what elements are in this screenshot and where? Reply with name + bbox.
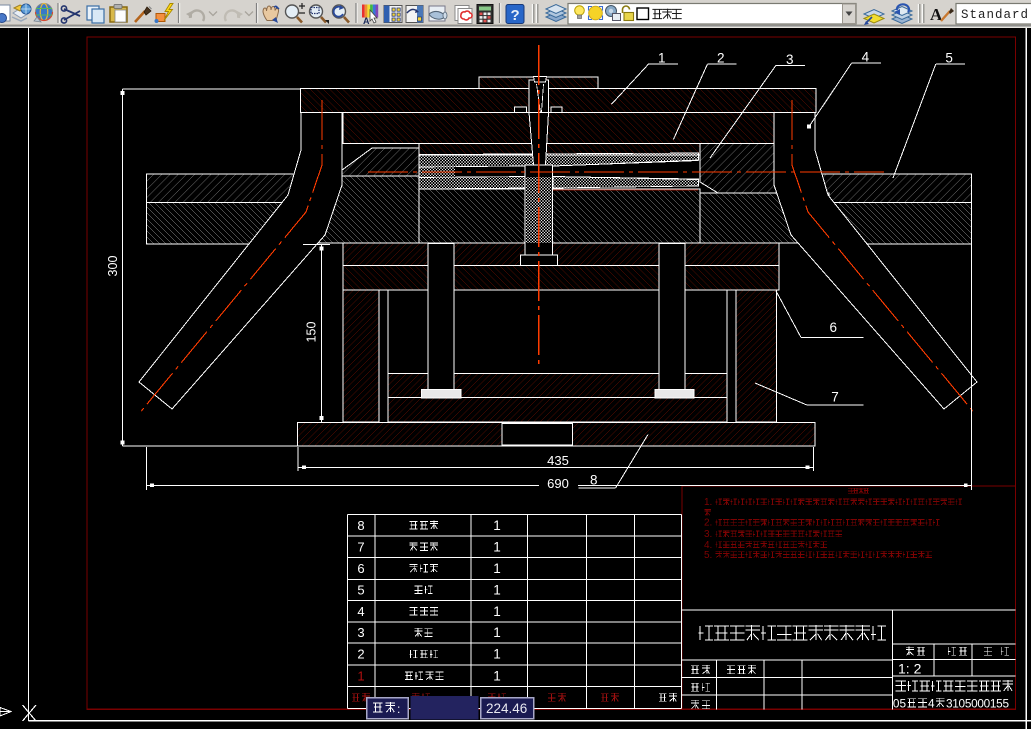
svg-text:3105000155: 3105000155 xyxy=(946,697,1009,711)
svg-text:4: 4 xyxy=(862,50,870,65)
svg-text:1: 1 xyxy=(357,668,364,683)
svg-text:300: 300 xyxy=(106,256,120,277)
svg-text:3: 3 xyxy=(357,625,364,640)
svg-text:?: ? xyxy=(511,7,520,24)
svg-text:5.: 5. xyxy=(704,550,712,561)
svg-text:8: 8 xyxy=(590,473,598,488)
svg-text:1: 1 xyxy=(658,51,666,66)
svg-text:1.: 1. xyxy=(704,497,712,508)
svg-text:1: 1 xyxy=(493,625,501,640)
svg-text:1: 1 xyxy=(493,604,501,619)
svg-text:690: 690 xyxy=(547,476,569,491)
svg-text:7: 7 xyxy=(831,390,839,405)
svg-text:1: 1 xyxy=(493,647,501,662)
svg-text:3: 3 xyxy=(786,52,794,67)
svg-text:1: 1 xyxy=(493,668,501,683)
svg-text:1: 2: 1: 2 xyxy=(898,661,922,677)
svg-text:2.: 2. xyxy=(704,518,712,529)
svg-text:1: 1 xyxy=(493,582,501,597)
svg-text:Standard: Standard xyxy=(961,8,1029,22)
svg-text:1: 1 xyxy=(493,561,501,576)
svg-text:1: 1 xyxy=(493,518,501,533)
svg-text:3.: 3. xyxy=(704,529,712,540)
svg-text:1: 1 xyxy=(493,539,501,554)
svg-text:6: 6 xyxy=(830,320,838,335)
svg-text:05: 05 xyxy=(893,697,907,711)
svg-text:224.46: 224.46 xyxy=(486,701,527,716)
svg-text:5: 5 xyxy=(945,51,953,66)
svg-text::: : xyxy=(397,702,400,716)
svg-text:4: 4 xyxy=(357,604,364,619)
svg-text:2: 2 xyxy=(717,51,725,66)
svg-text:A: A xyxy=(363,16,370,26)
svg-text:2: 2 xyxy=(357,647,364,662)
svg-text:5: 5 xyxy=(357,582,364,597)
svg-text:A: A xyxy=(930,5,943,24)
svg-text:7: 7 xyxy=(357,539,364,554)
svg-text:150: 150 xyxy=(305,322,319,343)
svg-text:8: 8 xyxy=(357,518,364,533)
svg-text:4: 4 xyxy=(928,697,935,711)
svg-text:6: 6 xyxy=(357,561,364,576)
svg-text:435: 435 xyxy=(547,453,569,468)
